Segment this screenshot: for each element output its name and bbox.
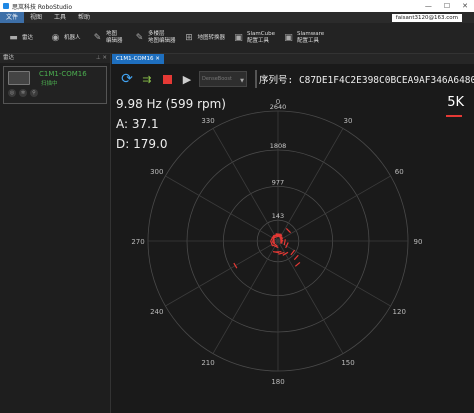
polar-spoke [277, 175, 391, 242]
tab-close-icon[interactable]: ✕ [155, 56, 160, 62]
device-status: 扫描中 [41, 81, 58, 87]
scan-controls: ⟳ ⇉ ▶ DenseBoost ▼ [119, 68, 257, 90]
window-controls: — ☐ ✕ [425, 2, 474, 10]
map-editor-icon: ✎ [93, 33, 102, 43]
toolbar-label: SlamCube 配置工具 [247, 31, 275, 44]
device-action-icon[interactable]: ◎ [8, 89, 16, 97]
toolbar-label: Slamware 配置工具 [296, 31, 325, 44]
multi-floor-map-icon: ✎ [135, 33, 144, 43]
polar-spoke [277, 128, 344, 242]
menu-tools[interactable]: 工具 [48, 12, 72, 23]
polar-scan-plot[interactable]: 0306090120150180210240270300330143977180… [111, 64, 474, 413]
radar-icon: ▬ [9, 33, 18, 43]
scan-point [233, 262, 238, 269]
close-window-button[interactable]: ✕ [462, 2, 468, 10]
user-account[interactable]: faisant3120@163.com [391, 13, 462, 22]
polar-spoke [165, 240, 279, 307]
angle-tick-label: 30 [344, 117, 353, 125]
refresh-icon[interactable]: ⟳ [119, 71, 135, 87]
angle-tick-label: 90 [414, 238, 423, 246]
toolbar-map-converter-button[interactable]: ⊞ 地图转换器 [184, 33, 226, 44]
map-converter-icon: ⊞ [185, 33, 193, 43]
minimize-button[interactable]: — [425, 2, 432, 10]
angle-tick-label: 150 [341, 359, 354, 367]
device-connect-icon[interactable]: ⚲ [30, 89, 38, 97]
angle-tick-label: 180 [271, 378, 284, 386]
polar-spoke [165, 175, 279, 242]
serial-number: 序列号: C87DE1F4C2E398C0BCEA9AF346A64806 [259, 75, 474, 86]
chevron-down-icon: ▼ [240, 78, 244, 84]
toolbar-separator [255, 70, 257, 88]
panel-title: 雷达 [3, 55, 15, 61]
stop-icon [162, 74, 172, 84]
ring-value-label: 2640 [270, 103, 287, 111]
scan-frequency: 9.98 Hz (599 rpm) [116, 97, 226, 111]
ring-value-label: 977 [272, 178, 284, 186]
polar-spoke [277, 240, 344, 354]
scale-underline [446, 115, 462, 117]
main-toolbar: ▬ 雷达 ◉ 机器人 ✎ 地图 编辑器 ✎ 多楼层 地图编辑器 ⊞ 地图转换器 … [0, 23, 474, 54]
toolbar-label: 地图 编辑器 [106, 31, 123, 44]
maximize-button[interactable]: ☐ [444, 2, 450, 10]
menu-help[interactable]: 帮助 [72, 12, 96, 23]
device-settings-icon[interactable]: ✲ [19, 89, 27, 97]
toolbar-label: 雷达 [22, 34, 34, 41]
robot-icon: ◉ [51, 33, 60, 43]
ring-value-label: 1808 [270, 142, 287, 150]
lidar-device-icon [8, 71, 30, 85]
angle-tick-label: 270 [131, 238, 144, 246]
ring-value-label: 143 [272, 212, 284, 220]
angle-tick-label: 210 [201, 359, 214, 367]
angle-readout: A: 37.1 [116, 117, 159, 131]
scan-point [293, 254, 299, 261]
play-icon[interactable]: ▶ [179, 71, 195, 87]
angle-tick-label: 240 [150, 308, 163, 316]
device-name: C1M1-COM16 [39, 70, 87, 78]
app-logo-icon [3, 3, 9, 9]
distance-readout: D: 179.0 [116, 137, 168, 151]
angle-tick-label: 300 [150, 168, 163, 176]
radar-device-panel: 雷达 ⊥ ✕ C1M1-COM16 扫描中 ◎ ✲ ⚲ [0, 54, 111, 413]
scan-point [274, 234, 281, 237]
polar-spoke [212, 128, 279, 242]
scan-point [283, 239, 286, 246]
toolbar-multi-floor-button[interactable]: ✎ 多楼层 地图编辑器 [134, 31, 176, 45]
document-tab-bar: C1M1-COM16 ✕ [111, 54, 474, 64]
menu-bar: 文件 视图 工具 帮助 faisant3120@163.com [0, 12, 474, 23]
panel-pin-close-buttons[interactable]: ⊥ ✕ [96, 54, 110, 63]
toolbar-slamware-button[interactable]: ▣ Slamware 配置工具 [283, 31, 324, 45]
angle-tick-label: 330 [201, 117, 214, 125]
tab-c1m1-com16[interactable]: C1M1-COM16 ✕ [112, 54, 164, 64]
angle-tick-label: 60 [395, 168, 404, 176]
device-card[interactable]: C1M1-COM16 扫描中 ◎ ✲ ⚲ [3, 66, 107, 104]
stop-button[interactable] [159, 71, 175, 87]
panel-header: 雷达 ⊥ ✕ [0, 54, 110, 63]
tab-label: C1M1-COM16 [116, 56, 154, 62]
menu-view[interactable]: 视图 [24, 12, 48, 23]
toolbar-label: 多楼层 地图编辑器 [148, 31, 176, 44]
slamware-icon: ▣ [284, 33, 293, 43]
scan-point [285, 228, 291, 234]
angle-tick-label: 120 [393, 308, 406, 316]
polar-spoke [212, 240, 279, 354]
toolbar-radar-button[interactable]: ▬ 雷达 [8, 33, 42, 44]
scan-point [278, 252, 285, 255]
toolbar-map-editor-button[interactable]: ✎ 地图 编辑器 [92, 31, 126, 45]
auto-scan-icon[interactable]: ⇉ [139, 71, 155, 87]
app-title: 思岚科技 RoboStudio [12, 3, 73, 11]
scan-mode-dropdown[interactable]: DenseBoost ▼ [199, 71, 247, 87]
dropdown-placeholder: DenseBoost [202, 76, 232, 82]
toolbar-slamcube-button[interactable]: ▣ SlamCube 配置工具 [233, 31, 275, 45]
toolbar-label: 机器人 [64, 34, 81, 41]
toolbar-label: 地图转换器 [197, 34, 226, 41]
toolbar-robot-button[interactable]: ◉ 机器人 [50, 33, 84, 44]
radar-view: 0 30 60 90 120 150 180 210 240 270 300 330 143 977 180… [111, 64, 474, 413]
menu-file[interactable]: 文件 [0, 12, 25, 23]
scan-point [294, 261, 301, 267]
scale-indicator[interactable]: 5K [447, 95, 464, 110]
title-bar: 思岚科技 RoboStudio — ☐ ✕ [0, 0, 474, 12]
slamcube-icon: ▣ [234, 33, 243, 43]
